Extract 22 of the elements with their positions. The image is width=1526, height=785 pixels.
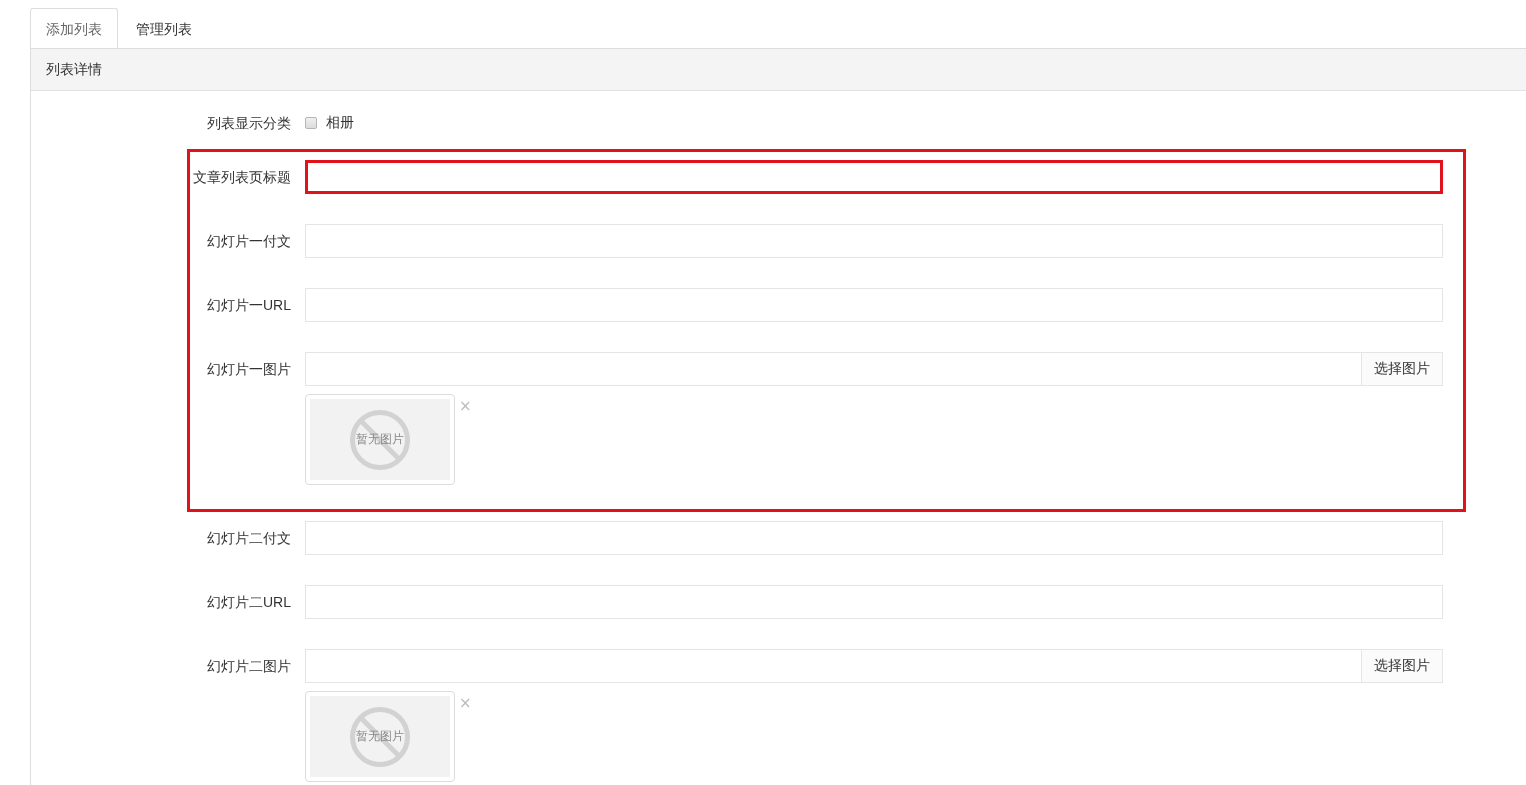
image-path-input[interactable] (305, 352, 1361, 386)
field-label: 幻灯片二URL (207, 593, 291, 612)
no-image-icon (350, 409, 410, 470)
field-label: 列表显示分类 (207, 114, 291, 133)
no-image-icon (350, 706, 410, 767)
placeholder-text: 暂无图片 (356, 728, 404, 745)
field-label: 幻灯片一付文 (207, 232, 291, 251)
field-label: 幻灯片二图片 (207, 657, 291, 676)
select-image-button[interactable]: 选择图片 (1361, 649, 1443, 683)
field-label: 文章列表页标题 (193, 168, 291, 187)
tab[interactable]: 管理列表 (120, 8, 208, 48)
select-image-button[interactable]: 选择图片 (1361, 352, 1443, 386)
text-input[interactable] (305, 160, 1443, 194)
field-label: 幻灯片一图片 (207, 360, 291, 379)
placeholder-text: 暂无图片 (356, 431, 404, 448)
image-path-input[interactable] (305, 649, 1361, 683)
panel-title: 列表详情 (46, 60, 102, 79)
field-label: 幻灯片二付文 (207, 529, 291, 548)
checkbox[interactable] (305, 117, 317, 129)
tab[interactable]: 添加列表 (30, 8, 118, 48)
checkbox-label[interactable]: 相册 (326, 114, 354, 132)
field-label: 幻灯片一URL (207, 296, 291, 315)
